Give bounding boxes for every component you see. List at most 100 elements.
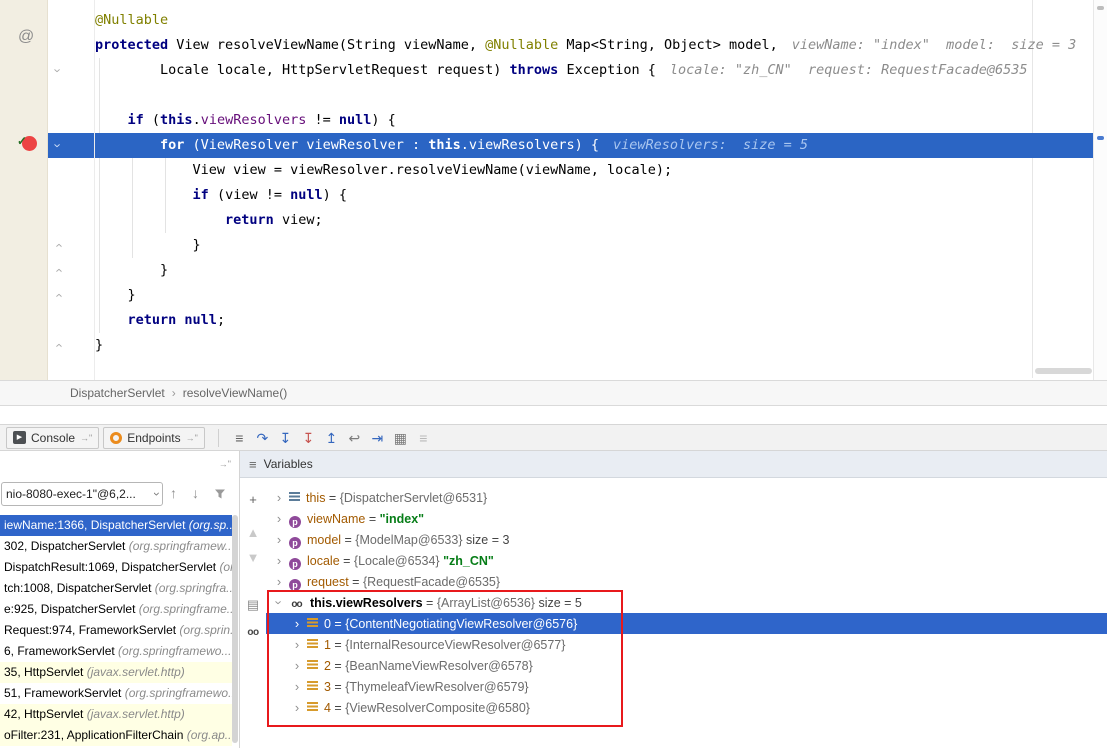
variable-row[interactable]: ›0 = {ContentNegotiatingViewResolver@657… [266, 613, 1107, 634]
current-line-scrollbar-mark [1097, 136, 1104, 140]
tab-console[interactable]: ▶ Console →" [6, 427, 99, 449]
stack-frame[interactable]: oFilter:231, ApplicationFilterChain (org… [0, 725, 232, 746]
code-indent [95, 112, 128, 128]
code-line[interactable]: if (view != null) { [95, 183, 1107, 208]
variable-value: {ThymeleafViewResolver@6579} [345, 680, 528, 694]
watches-toggle-icon[interactable]: oo [240, 623, 266, 643]
variable-name: locale [307, 554, 340, 568]
code-line[interactable]: } [95, 258, 1107, 283]
tab-endpoints[interactable]: Endpoints →" [103, 427, 205, 449]
equals-sign: = [331, 659, 345, 673]
fold-marker-icon[interactable]: › [46, 239, 71, 253]
variable-size-label: size = 5 [535, 596, 582, 610]
panel-pin-icon[interactable]: →" [219, 459, 231, 469]
code-line[interactable]: return null; [95, 308, 1107, 333]
breadcrumb-class[interactable]: DispatcherServlet [70, 386, 165, 400]
variable-row[interactable]: ›2 = {BeanNameViewResolver@6578} [266, 655, 1107, 676]
next-frame-icon[interactable]: ↓ [192, 485, 199, 501]
debugger-inline-hint: locale: "zh_CN" request: RequestFacade@6… [670, 62, 1028, 78]
frame-location: Request:974, FrameworkServlet [4, 623, 179, 637]
stack-frame[interactable]: iewName:1366, DispatcherServlet (org.sp.… [0, 515, 232, 536]
code-line[interactable]: } [95, 233, 1107, 258]
stack-frame[interactable]: Request:974, FrameworkServlet (org.sprin… [0, 620, 232, 641]
editor-horizontal-scrollbar[interactable] [1035, 368, 1092, 374]
variable-row[interactable]: ›plocale = {Locale@6534} "zh_CN" [266, 550, 1107, 571]
scroll-up-icon[interactable]: ▲ [240, 523, 266, 543]
code-line[interactable]: Locale locale, HttpServletRequest reques… [95, 58, 1107, 83]
tree-chevron-icon[interactable]: › [290, 676, 304, 697]
drop-frame-icon[interactable]: ↩ [343, 428, 366, 448]
code-line[interactable]: } [95, 283, 1107, 308]
stack-frame[interactable]: 42, HttpServlet (javax.servlet.http) [0, 704, 232, 725]
layout-grid-icon[interactable]: ▦ [389, 428, 412, 448]
stack-frame[interactable]: 51, FrameworkServlet (org.springframewo.… [0, 683, 232, 704]
variable-row[interactable]: ›oothis.viewResolvers = {ArrayList@6536}… [266, 592, 1107, 613]
code-area[interactable]: @Nullableprotected View resolveViewName(… [95, 8, 1107, 358]
tree-chevron-icon[interactable]: › [272, 529, 286, 550]
tree-chevron-icon[interactable]: › [290, 634, 304, 655]
fold-marker-icon[interactable]: › [46, 64, 71, 78]
step-over-icon[interactable]: ↷ [251, 428, 274, 448]
fold-marker-icon[interactable]: › [46, 339, 71, 353]
tree-chevron-icon[interactable]: › [272, 508, 286, 529]
mute-breakpoints-icon[interactable]: ≡ [412, 428, 435, 448]
code-line[interactable] [95, 83, 1107, 108]
frame-package: (org.springframew... [129, 539, 232, 553]
duplicate-icon[interactable]: ▤ [240, 595, 266, 615]
variable-value: {RequestFacade@6535} [363, 575, 500, 589]
previous-frame-icon[interactable]: ↑ [170, 485, 177, 501]
stack-frame[interactable]: tch:1008, DispatcherServlet (org.springf… [0, 578, 232, 599]
frames-scrollbar[interactable] [232, 515, 238, 743]
tree-chevron-icon[interactable]: › [272, 550, 286, 571]
variable-row[interactable]: ›pmodel = {ModelMap@6533} size = 3 [266, 529, 1107, 550]
breakpoint-icon[interactable]: ✓ [22, 136, 37, 151]
step-into-icon[interactable]: ↧ [274, 428, 297, 448]
thread-selector[interactable]: nio-8080-exec-1"@6,2... › [1, 482, 163, 506]
fold-marker-icon[interactable]: › [46, 264, 71, 278]
tree-chevron-icon[interactable]: › [290, 655, 304, 676]
tree-chevron-icon[interactable]: › [272, 571, 286, 592]
stack-frame[interactable]: 35, HttpServlet (javax.servlet.http) [0, 662, 232, 683]
equals-sign: = [423, 596, 437, 610]
code-line[interactable]: protected View resolveViewName(String vi… [95, 33, 1107, 58]
code-line[interactable]: return view; [95, 208, 1107, 233]
variable-row[interactable]: ›4 = {ViewResolverComposite@6580} [266, 697, 1107, 718]
stack-frame[interactable]: e:925, DispatcherServlet (org.springfram… [0, 599, 232, 620]
variables-menu-icon[interactable]: ≡ [249, 457, 257, 472]
variable-value: {ModelMap@6533} [355, 533, 462, 547]
restore-layout-icon[interactable]: ≡ [228, 428, 251, 448]
force-step-into-icon[interactable]: ↧ [297, 428, 320, 448]
step-out-icon[interactable]: ↥ [320, 428, 343, 448]
tree-chevron-icon[interactable]: › [269, 596, 290, 610]
editor-vertical-scrollbar[interactable] [1093, 0, 1107, 380]
filter-icon[interactable] [214, 487, 226, 505]
stack-frame[interactable]: DispatchResult:1069, DispatcherServlet (… [0, 557, 232, 578]
code-editor[interactable]: @Nullableprotected View resolveViewName(… [0, 0, 1107, 380]
code-line[interactable]: @Nullable [95, 8, 1107, 33]
code-line[interactable]: } [95, 333, 1107, 358]
scrollbar-mark [1097, 6, 1104, 10]
stack-frame[interactable]: 6, FrameworkServlet (org.springframewo..… [0, 641, 232, 662]
variable-value: {Locale@6534} [354, 554, 440, 568]
tree-chevron-icon[interactable]: › [272, 487, 286, 508]
fold-marker-icon[interactable]: › [46, 139, 71, 153]
annotation-at-icon[interactable]: @ [18, 28, 34, 46]
tree-chevron-icon[interactable]: › [290, 697, 304, 718]
variable-row[interactable]: ›3 = {ThymeleafViewResolver@6579} [266, 676, 1107, 697]
code-indent [95, 262, 160, 278]
variable-name: 2 [324, 659, 331, 673]
code-line[interactable]: View view = viewResolver.resolveViewName… [95, 158, 1107, 183]
run-to-cursor-icon[interactable]: ⇥ [366, 428, 389, 448]
code-line[interactable]: if (this.viewResolvers != null) { [95, 108, 1107, 133]
code-line[interactable]: for (ViewResolver viewResolver : this.vi… [47, 133, 1107, 158]
variable-row[interactable]: ›this = {DispatcherServlet@6531} [266, 487, 1107, 508]
fold-marker-icon[interactable]: › [46, 289, 71, 303]
breadcrumb-method[interactable]: resolveViewName() [183, 386, 287, 400]
tree-chevron-icon[interactable]: › [290, 613, 304, 634]
scroll-down-icon[interactable]: ▼ [240, 548, 266, 568]
variable-row[interactable]: ›pviewName = "index" [266, 508, 1107, 529]
add-watch-icon[interactable]: + [240, 490, 266, 510]
variable-row[interactable]: ›prequest = {RequestFacade@6535} [266, 571, 1107, 592]
variable-row[interactable]: ›1 = {InternalResourceViewResolver@6577} [266, 634, 1107, 655]
stack-frame[interactable]: 302, DispatcherServlet (org.springframew… [0, 536, 232, 557]
